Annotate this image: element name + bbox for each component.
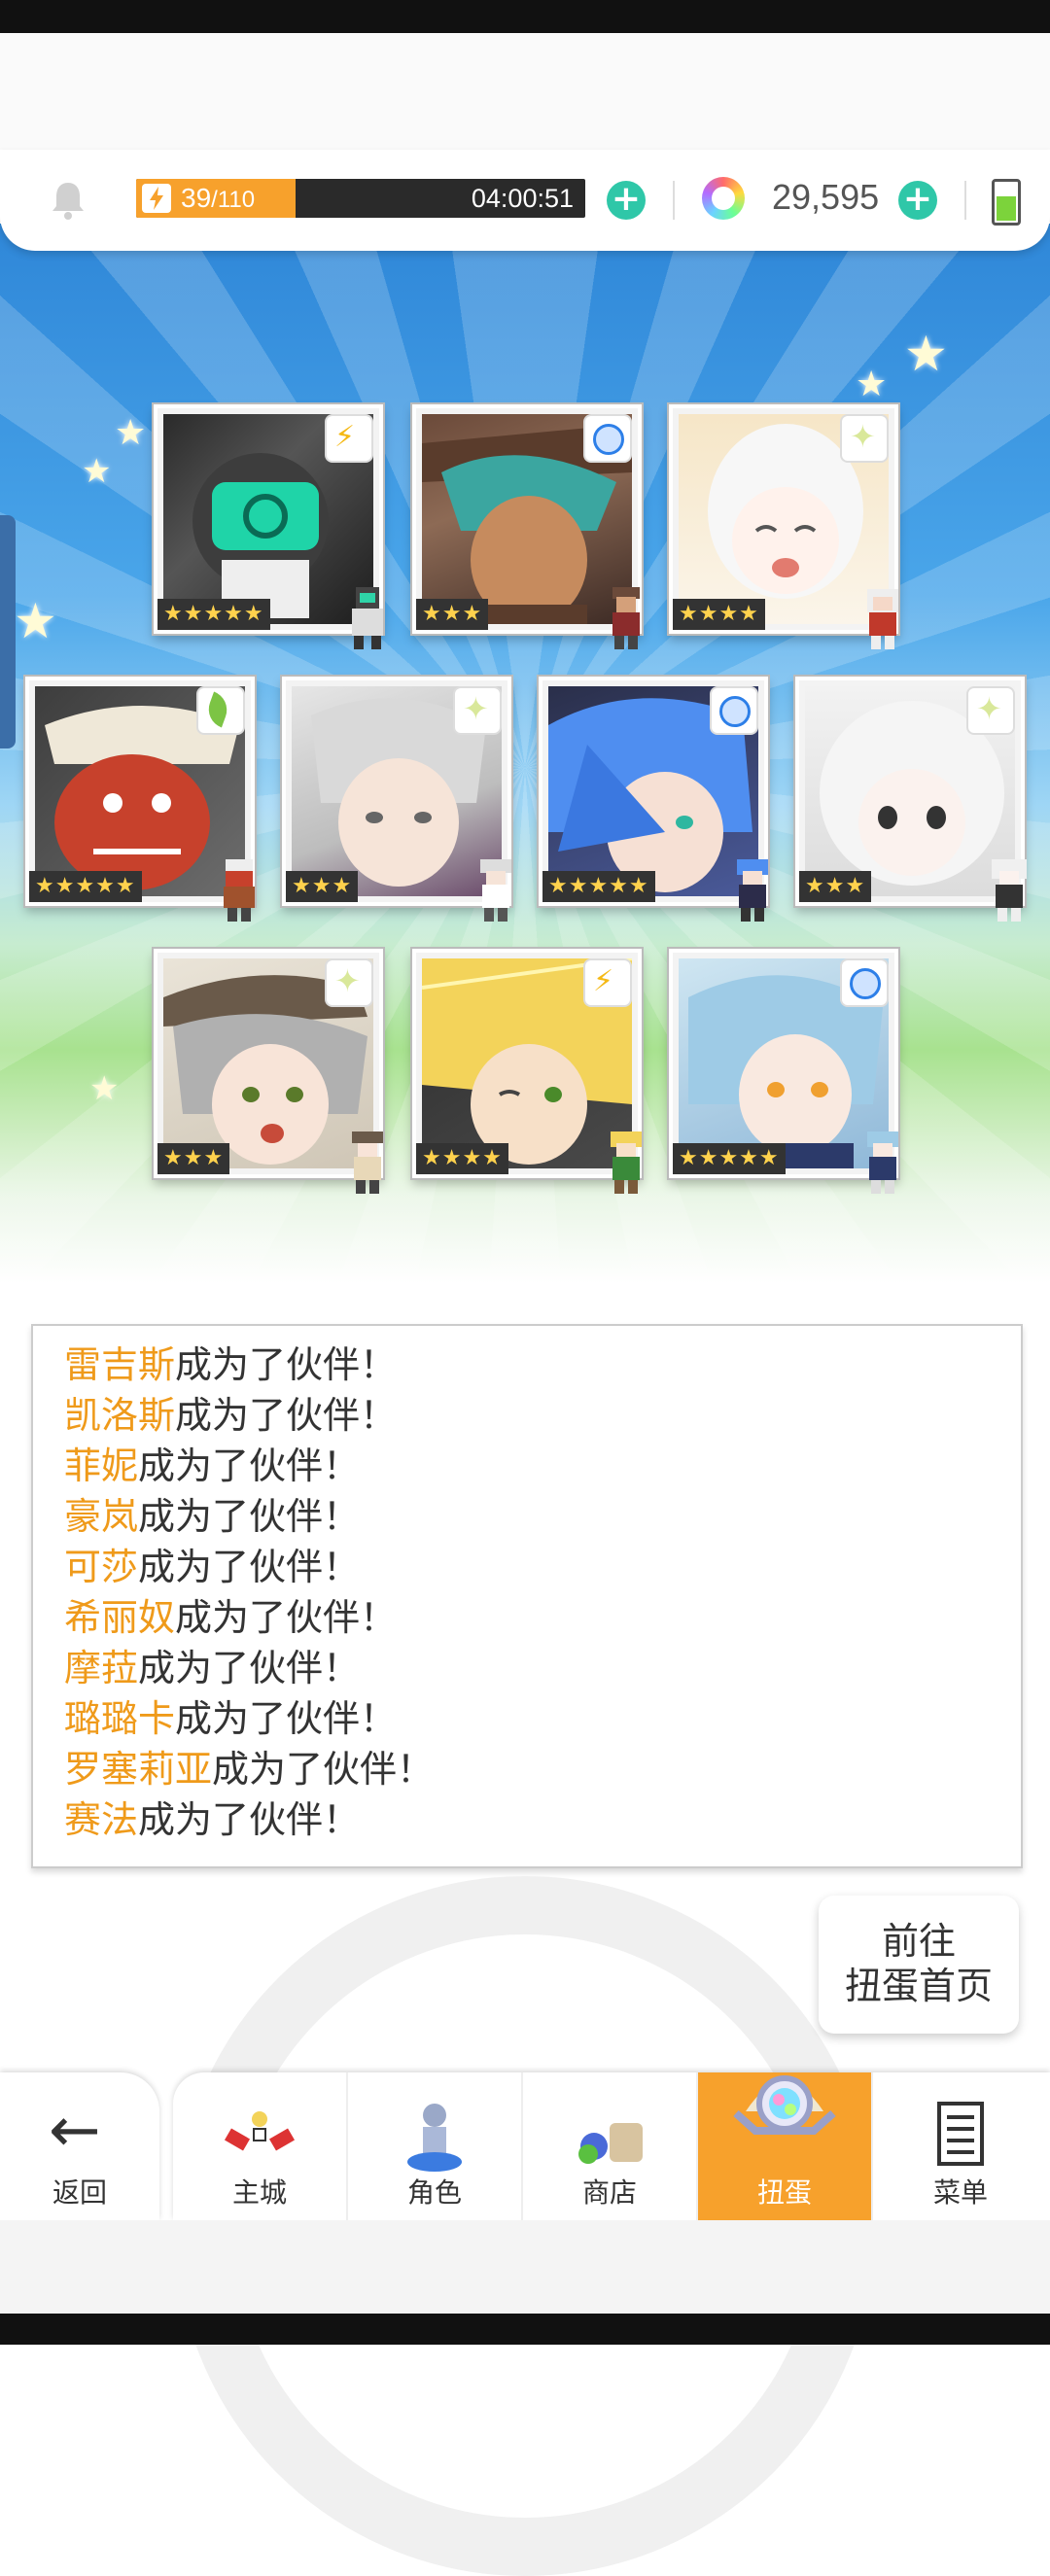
system-status-bar <box>0 0 1050 33</box>
chibi-sprite <box>352 1131 383 1194</box>
tab-label: 商店 <box>581 2176 637 2209</box>
home-indicator-area <box>0 2220 1050 2314</box>
character-card[interactable]: ★★★ <box>412 404 642 649</box>
header-area <box>0 33 1050 150</box>
gem-icon <box>702 177 745 220</box>
water-icon <box>585 416 630 461</box>
character-card[interactable]: ★★★ <box>154 949 383 1194</box>
system-nav-bar <box>0 2314 1050 2345</box>
rarity-stars: ★★★★ <box>416 1143 508 1174</box>
list-item: 雷吉斯成为了伙伴！ <box>64 1343 398 1386</box>
character-card[interactable]: ★★★★ <box>412 949 642 1194</box>
tab-label: 主城 <box>231 2176 287 2209</box>
list-item: 罗塞莉亚成为了伙伴！ <box>64 1748 435 1791</box>
list-item: 可莎成为了伙伴！ <box>64 1546 361 1588</box>
earth-icon <box>198 688 243 733</box>
resource-bar: 39/110 04:00:51 + 29,595 + <box>0 150 1050 251</box>
tab-gacha[interactable]: 扭蛋 <box>698 2072 873 2220</box>
light-icon <box>327 960 371 1005</box>
divider <box>673 181 675 220</box>
rarity-stars: ★★★★★ <box>29 871 142 902</box>
chibi-sprite <box>611 1131 642 1194</box>
stamina-bar: 39/110 04:00:51 <box>136 179 585 218</box>
light-icon <box>455 688 500 733</box>
back-button[interactable]: ← 返回 <box>0 2072 159 2220</box>
rarity-stars: ★★★★★ <box>542 871 655 902</box>
chibi-sprite <box>867 1131 898 1194</box>
bolt-icon <box>585 960 630 1005</box>
energy-bolt-icon <box>142 184 171 213</box>
rarity-stars: ★★★ <box>416 599 489 630</box>
button-label-line1: 前往 <box>881 1920 956 1963</box>
gacha-icon <box>733 2075 836 2135</box>
shop-icon <box>578 2123 643 2164</box>
back-arrow-icon: ← <box>49 2095 101 2167</box>
gem-count: 29,595 <box>772 177 880 217</box>
list-item: 凯洛斯成为了伙伴！ <box>64 1394 398 1437</box>
tab-characters[interactable]: 角色 <box>348 2072 523 2220</box>
battery-icon <box>992 179 1021 226</box>
bottom-navigation: ← 返回 主城 角色 商店 扭蛋 菜单 <box>0 2072 1050 2220</box>
button-label-line2: 扭蛋首页 <box>844 1965 993 2007</box>
character-icon <box>407 2104 462 2172</box>
sparkle-star-icon: ★ <box>82 452 112 491</box>
divider <box>964 181 966 220</box>
light-icon <box>968 688 1013 733</box>
list-item: 赛法成为了伙伴！ <box>64 1798 361 1841</box>
character-card[interactable]: ★★★★ <box>669 404 898 649</box>
character-card[interactable]: ★★★ <box>282 677 511 922</box>
sparkle-star-icon: ★ <box>904 326 948 382</box>
character-card[interactable]: ★★★★★ <box>25 677 255 922</box>
list-item: 摩菈成为了伙伴！ <box>64 1647 361 1689</box>
rarity-stars: ★★★★★ <box>673 1143 786 1174</box>
light-icon <box>842 416 887 461</box>
character-card[interactable]: ★★★ <box>795 677 1027 922</box>
tab-menu[interactable]: 菜单 <box>873 2072 1048 2220</box>
add-gems-button[interactable]: + <box>898 181 937 220</box>
side-drawer-handle[interactable] <box>0 515 16 748</box>
chibi-sprite <box>867 589 898 649</box>
character-card[interactable]: ★★★★★ <box>154 404 383 649</box>
chibi-sprite <box>737 859 768 922</box>
tab-bar: 主城 角色 商店 扭蛋 菜单 <box>173 2072 1050 2220</box>
list-item: 璐璐卡成为了伙伴！ <box>64 1697 398 1740</box>
rarity-stars: ★★★★★ <box>158 599 270 630</box>
chibi-sprite <box>352 587 383 649</box>
character-card[interactable]: ★★★★★ <box>669 949 898 1194</box>
sparkle-star-icon: ★ <box>115 413 147 453</box>
list-item: 菲妮成为了伙伴！ <box>64 1445 361 1487</box>
sparkle-star-icon: ★ <box>89 1069 120 1108</box>
tab-castle[interactable]: 主城 <box>173 2072 348 2220</box>
castle-icon <box>224 2111 296 2151</box>
menu-icon <box>937 2102 984 2166</box>
recruit-message-log[interactable]: 雷吉斯成为了伙伴！ 凯洛斯成为了伙伴！ 菲妮成为了伙伴！ 豪岚成为了伙伴！ 可莎… <box>31 1324 1023 1868</box>
chibi-sprite <box>224 859 255 922</box>
rarity-stars: ★★★★ <box>673 599 765 630</box>
tab-label: 菜单 <box>932 2176 988 2209</box>
chibi-sprite <box>992 859 1027 922</box>
gacha-result-scene: ★ ★ ★ ★ ★ ★ ★★★★★ ★★★ ★★★★ ★★★★★ <box>0 224 1050 1283</box>
rarity-stars: ★★★ <box>286 871 359 902</box>
stamina-count: 39/110 <box>181 183 256 213</box>
tab-shop[interactable]: 商店 <box>523 2072 698 2220</box>
bolt-icon <box>327 416 371 461</box>
list-item: 豪岚成为了伙伴！ <box>64 1495 361 1538</box>
chibi-sprite <box>480 859 511 922</box>
back-label: 返回 <box>52 2176 107 2209</box>
add-stamina-button[interactable]: + <box>607 181 646 220</box>
rarity-stars: ★★★ <box>799 871 872 902</box>
water-icon <box>712 688 756 733</box>
rarity-stars: ★★★ <box>158 1143 230 1174</box>
bell-icon[interactable] <box>49 179 88 222</box>
chibi-sprite <box>612 587 640 649</box>
water-icon <box>842 960 887 1005</box>
sparkle-star-icon: ★ <box>14 593 57 649</box>
tab-label: 角色 <box>406 2176 462 2209</box>
sparkle-star-icon: ★ <box>856 365 888 404</box>
stamina-timer: 04:00:51 <box>471 184 574 213</box>
tab-label: 扭蛋 <box>756 2176 812 2209</box>
goto-gacha-home-button[interactable]: 前往 扭蛋首页 <box>819 1896 1019 2034</box>
character-card[interactable]: ★★★★★ <box>539 677 768 922</box>
list-item: 希丽奴成为了伙伴！ <box>64 1596 398 1639</box>
